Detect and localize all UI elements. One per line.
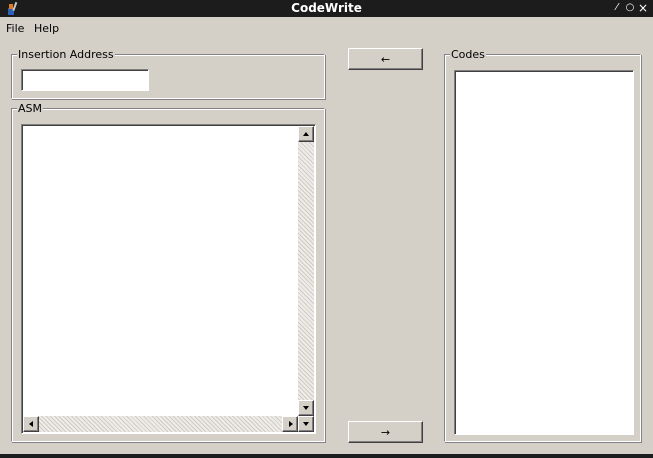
codes-text-area[interactable] — [454, 70, 634, 435]
scroll-left-button[interactable] — [23, 416, 39, 432]
codes-group: Codes — [444, 48, 641, 442]
minimize-icon[interactable]: ⁄ — [611, 1, 623, 15]
asm-text-area[interactable] — [21, 124, 316, 434]
insertion-address-group: Insertion Address — [11, 48, 325, 99]
title-bar[interactable]: CodeWrite ⁄ ○ × — [0, 0, 653, 17]
insertion-address-input[interactable] — [22, 70, 148, 90]
window-title: CodeWrite — [291, 1, 362, 15]
codes-legend: Codes — [450, 48, 486, 61]
menu-help[interactable]: Help — [34, 22, 59, 35]
close-icon[interactable]: × — [637, 1, 649, 15]
scroll-down-icon — [303, 422, 309, 426]
menu-bar: File Help — [0, 17, 653, 39]
scroll-down-button-secondary[interactable] — [298, 416, 314, 432]
scroll-up-button[interactable] — [298, 126, 314, 142]
scroll-up-icon — [303, 132, 309, 136]
asm-vertical-scrollbar[interactable] — [298, 126, 314, 416]
asm-horizontal-scrollbar[interactable] — [23, 416, 298, 432]
scroll-down-button[interactable] — [298, 400, 314, 416]
scroll-left-icon — [29, 421, 33, 427]
asm-legend: ASM — [17, 102, 43, 115]
scroll-right-button[interactable] — [282, 416, 298, 432]
maximize-icon[interactable]: ○ — [624, 1, 636, 15]
scroll-right-icon — [289, 421, 293, 427]
move-to-asm-button[interactable]: ← — [348, 48, 423, 70]
asm-group: ASM — [11, 102, 325, 442]
menu-file[interactable]: File — [6, 22, 24, 35]
move-to-codes-button[interactable]: → — [348, 421, 423, 443]
insertion-address-field-frame — [21, 69, 149, 91]
scroll-down-icon — [303, 406, 309, 410]
insertion-address-legend: Insertion Address — [17, 48, 115, 61]
window-bottom-border — [0, 454, 653, 458]
scroll-corner — [298, 416, 314, 432]
